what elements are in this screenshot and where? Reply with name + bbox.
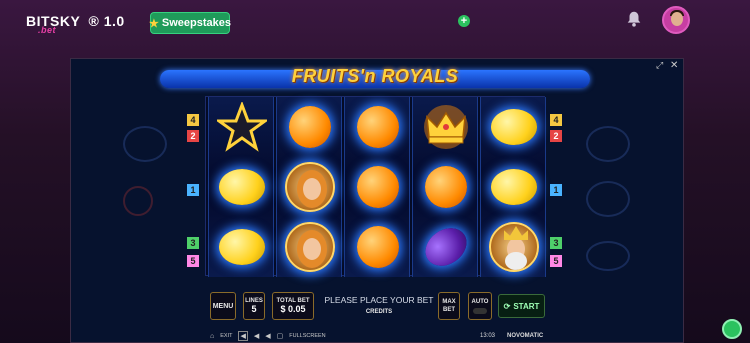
reel-5-cell-1 [481, 97, 547, 157]
fullscreen-button[interactable]: FULLSCREEN [289, 333, 325, 339]
add-funds-button[interactable]: + [458, 15, 470, 27]
settings-icon[interactable]: ◀ [265, 332, 270, 340]
star-icon: ★ [149, 17, 159, 30]
plum-icon [418, 220, 474, 274]
reel-4 [412, 97, 478, 277]
lines-value: 5 [251, 304, 257, 314]
reel-4-cell-3 [413, 217, 479, 277]
reel-3 [344, 97, 410, 277]
reel-2-cell-1 [277, 97, 343, 157]
line-marker-left-4: 4 [187, 114, 199, 126]
king-icon [489, 222, 539, 272]
message-display: PLEASE PLACE YOUR BET CREDITS [321, 292, 437, 320]
line-marker-right-2: 2 [550, 130, 562, 142]
reel-3-cell-1 [345, 97, 411, 157]
fullscreen-icon[interactable]: ▢ [277, 332, 284, 340]
lemon-icon [491, 109, 537, 145]
total-bet-selector[interactable]: TOTAL BET $ 0.05 [272, 292, 314, 320]
orange-icon [357, 106, 399, 148]
lemon-icon [219, 169, 265, 205]
right-side-reel-ghost [546, 96, 666, 276]
reel-4-cell-1 [413, 97, 479, 157]
user-avatar[interactable] [662, 6, 690, 34]
line-marker-right-3: 3 [550, 237, 562, 249]
queen-icon [285, 162, 335, 212]
reel-1-cell-1 [209, 97, 275, 157]
reel-3-cell-3 [345, 217, 411, 277]
spin-icon: ⟳ [503, 301, 511, 311]
reel-2-cell-3 [277, 217, 343, 277]
queen-icon [285, 222, 335, 272]
line-marker-left-5: 5 [187, 255, 199, 267]
volume-icon[interactable]: ◀ [254, 332, 259, 340]
auto-label: AUTO [471, 298, 489, 305]
chat-support-icon[interactable] [722, 319, 742, 339]
bell-icon[interactable] [625, 10, 643, 28]
line-marker-right-5: 5 [550, 255, 562, 267]
orange-icon [357, 166, 399, 208]
reel-4-cell-2 [413, 157, 479, 217]
orange-icon [425, 166, 467, 208]
line-marker-left-1: 1 [187, 184, 199, 196]
menu-label: MENU [212, 302, 234, 310]
reel-3-cell-2 [345, 157, 411, 217]
expand-icon[interactable]: ⤢ [656, 60, 663, 71]
max-bet-button[interactable]: MAX BET [438, 292, 460, 320]
auto-button[interactable]: AUTO [468, 292, 492, 320]
auto-toggle-icon [473, 307, 487, 314]
reel-1-cell-2 [209, 157, 275, 217]
clock-text: 13:03 [480, 333, 496, 339]
lines-selector[interactable]: LINES 5 [243, 292, 265, 320]
line-marker-right-1: 1 [550, 184, 562, 196]
sweepstakes-button[interactable]: ★ Sweepstakes [149, 12, 231, 34]
total-bet-value: $ 0.05 [280, 304, 306, 314]
max-bet-label: MAX BET [442, 299, 456, 313]
version-text: ® 1.0 [88, 13, 125, 29]
control-panel: MENU LINES 5 TOTAL BET $ 0.05 PLEASE PLA… [210, 292, 545, 322]
orange-icon [357, 226, 399, 268]
orange-icon [289, 106, 331, 148]
lemon-icon [219, 229, 265, 265]
lemon-icon [491, 169, 537, 205]
game-title: FRUITS'n ROYALS [291, 66, 459, 86]
brand-logo[interactable]: BITSKY ® 1.0 .bet [26, 13, 125, 35]
reel-5-cell-2 [481, 157, 547, 217]
line-marker-left-3: 3 [187, 237, 199, 249]
credits-label: CREDITS [365, 309, 393, 315]
crown-icon [424, 105, 468, 149]
reel-2 [276, 97, 342, 277]
menu-button[interactable]: MENU [210, 292, 236, 320]
line-marker-right-4: 4 [550, 114, 562, 126]
reel-1-cell-3 [209, 217, 275, 277]
close-icon[interactable]: ✕ [670, 60, 678, 71]
reel-5-cell-3 [481, 217, 547, 277]
sound-icon[interactable]: ◀ [238, 331, 248, 341]
place-bet-message: PLEASE PLACE YOUR BET [324, 295, 434, 305]
provider-brand: NOVOMATIC [507, 333, 544, 339]
logo-sub-text: .bet [38, 25, 57, 35]
home-icon[interactable]: ⌂ [210, 333, 214, 340]
start-label: START [513, 301, 540, 311]
reel-2-cell-2 [277, 157, 343, 217]
line-marker-left-2: 2 [187, 130, 199, 142]
reel-1 [208, 97, 274, 277]
sweepstakes-label: Sweepstakes [161, 17, 231, 29]
start-button[interactable]: ⟳ START [498, 294, 545, 318]
top-header: BITSKY ® 1.0 .bet ★ Sweepstakes + [0, 0, 750, 44]
exit-button[interactable]: EXIT [220, 333, 232, 339]
star-icon [217, 102, 267, 152]
reel-5 [480, 97, 546, 277]
reels-window [205, 96, 546, 277]
